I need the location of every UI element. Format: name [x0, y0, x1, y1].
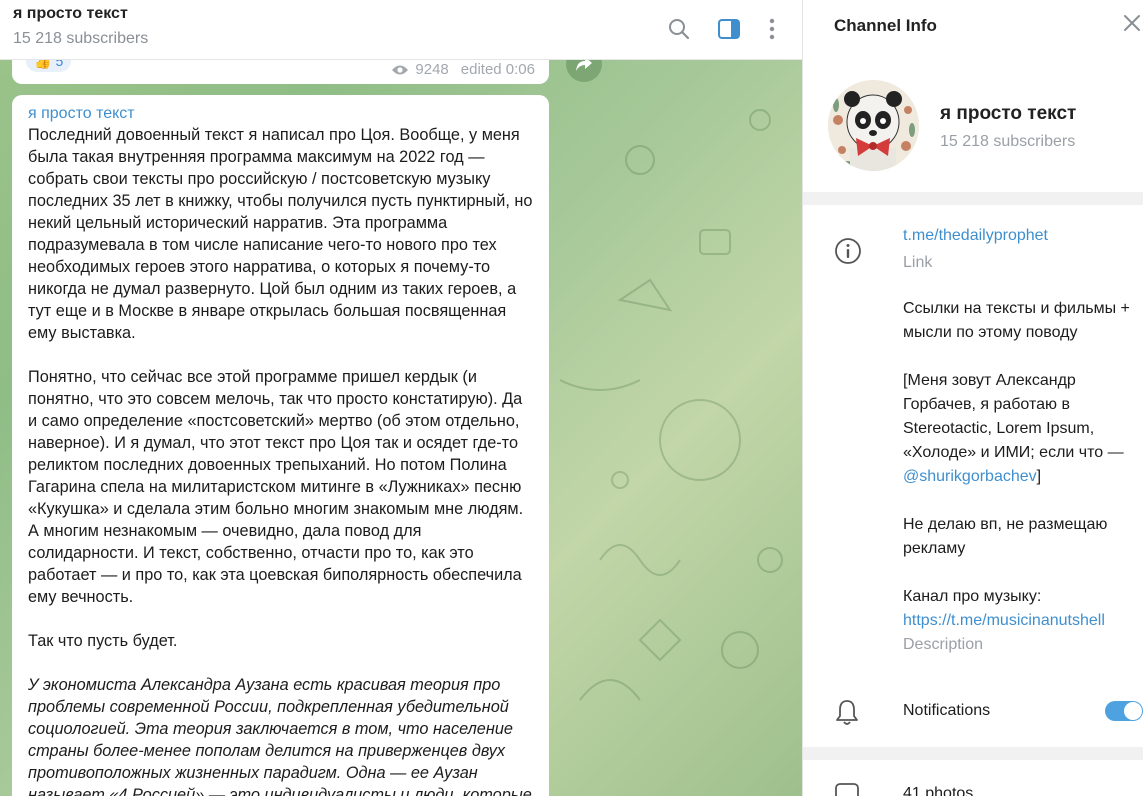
channel-subscribers: 15 218 subscribers — [940, 133, 1076, 150]
description-line: [Меня зовут Александр Горбачев, я работа… — [903, 372, 1124, 485]
eye-icon — [392, 65, 409, 74]
description-caption: Description — [903, 636, 984, 653]
avatar[interactable] — [828, 80, 919, 171]
post-paragraph: Последний довоенный текст я написал про … — [28, 126, 533, 342]
description-line: Не делаю вп, не размещаю рекламу — [903, 516, 1108, 557]
edited-label: edited 0:06 — [460, 61, 535, 78]
view-count: 9248 — [415, 61, 449, 78]
chat-area: я просто текст 15 218 subscribers 👍 5 92… — [0, 0, 802, 796]
message-meta: 9248 edited 0:06 — [391, 61, 535, 78]
search-icon[interactable] — [664, 14, 694, 44]
media-section: 41 photos — [803, 760, 1143, 796]
more-vertical-icon[interactable] — [757, 14, 787, 44]
handle-link[interactable]: @shurikgorbachev — [903, 468, 1037, 485]
info-header: Channel Info я просто текст 15 218 subsc… — [803, 0, 1143, 192]
photo-icon — [834, 782, 860, 796]
post-paragraph: Понятно, что сейчас все этой программе п… — [28, 368, 524, 606]
music-channel-link[interactable]: https://t.me/musicinanutshell — [903, 609, 1143, 633]
panel-title: Channel Info — [834, 16, 937, 35]
notifications-label: Notifications — [903, 702, 991, 719]
channel-info-panel: Channel Info я просто текст 15 218 subsc… — [802, 0, 1143, 796]
info-icon — [834, 237, 862, 270]
sidebar-toggle-icon[interactable] — [714, 14, 744, 44]
channel-link[interactable]: t.me/thedailyprophet — [903, 227, 1048, 245]
bell-icon — [834, 698, 860, 731]
link-caption: Link — [903, 254, 933, 271]
notifications-toggle[interactable] — [1105, 701, 1143, 721]
channel-post: я просто текст Последний довоенный текст… — [12, 95, 549, 796]
chat-header: я просто текст 15 218 subscribers — [0, 0, 802, 60]
close-icon[interactable] — [1123, 14, 1143, 38]
channel-name: я просто текст — [940, 103, 1077, 124]
photos-count[interactable]: 41 photos — [903, 785, 973, 796]
channel-description: Ссылки на тексты и фильмы + мысли по это… — [903, 297, 1143, 633]
description-line: Канал про музыку: — [903, 588, 1042, 605]
post-paragraph-italic: У экономиста Александра Аузана есть крас… — [28, 676, 532, 796]
info-details: t.me/thedailyprophet Link Ссылки на текс… — [803, 205, 1143, 747]
chat-subscribers: 15 218 subscribers — [13, 30, 149, 47]
post-paragraph: Так что пусть будет. — [28, 632, 178, 650]
chat-title[interactable]: я просто текст — [13, 5, 128, 23]
post-author[interactable]: я просто текст — [28, 105, 533, 123]
description-line: Ссылки на тексты и фильмы + мысли по это… — [903, 300, 1130, 341]
